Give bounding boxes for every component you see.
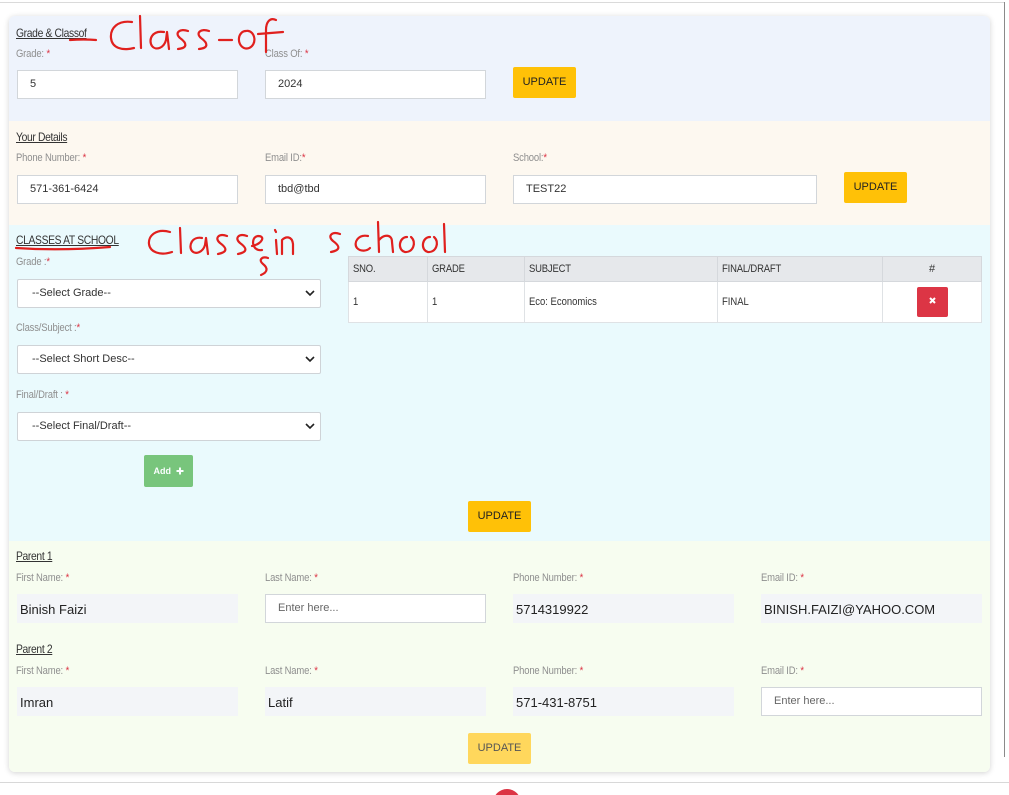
parent2-phone-label: Phone Number: * bbox=[513, 665, 584, 677]
parent2-email-label: Email ID: * bbox=[761, 665, 804, 677]
cell-status: FINAL bbox=[717, 281, 883, 323]
floating-action-button[interactable] bbox=[493, 789, 521, 795]
email-label: Email ID:* bbox=[265, 152, 306, 164]
add-class-button[interactable]: Add bbox=[144, 455, 193, 487]
delete-row-button[interactable] bbox=[916, 287, 948, 317]
grade-input[interactable]: 5 bbox=[17, 70, 238, 99]
parents-update-button[interactable]: UPDATE bbox=[468, 733, 531, 764]
page-scrollbar[interactable] bbox=[1004, 2, 1005, 757]
parent1-first-input[interactable]: Binish Faizi bbox=[17, 594, 238, 623]
parent2-first-label: First Name: * bbox=[16, 665, 70, 677]
plus-icon bbox=[176, 467, 183, 475]
final-draft-select[interactable]: --Select Final/Draft-- bbox=[17, 412, 321, 441]
parent1-title: Parent 1 bbox=[16, 549, 53, 563]
cell-subject: Eco: Economics bbox=[524, 281, 718, 323]
chevron-down-icon bbox=[305, 423, 315, 430]
parents-section: Parent 1 First Name: * Binish Faizi Last … bbox=[9, 541, 990, 772]
school-input[interactable]: TEST22 bbox=[513, 175, 817, 204]
classes-update-button[interactable]: UPDATE bbox=[468, 501, 531, 532]
chevron-down-icon bbox=[305, 356, 315, 363]
section-title: Grade & Classof bbox=[16, 26, 87, 40]
cell-grade: 1 bbox=[427, 281, 525, 323]
section-title: CLASSES AT SCHOOL bbox=[16, 233, 119, 247]
grade-select-value: --Select Grade-- bbox=[32, 287, 111, 299]
add-label: Add bbox=[153, 466, 171, 476]
classof-input[interactable]: 2024 bbox=[265, 70, 486, 99]
subject-select-value: --Select Short Desc-- bbox=[32, 353, 135, 365]
page-top-border bbox=[0, 2, 1005, 3]
subject-label: Class/Subject :* bbox=[16, 322, 81, 334]
school-label: School:* bbox=[513, 152, 547, 164]
phone-input[interactable]: 571-361-6424 bbox=[17, 175, 238, 204]
grade-select[interactable]: --Select Grade-- bbox=[17, 279, 321, 308]
parent1-first-label: First Name: * bbox=[16, 572, 70, 584]
cell-action bbox=[882, 281, 982, 323]
column-header: # bbox=[882, 256, 982, 282]
parent2-email-input[interactable]: Enter here... bbox=[761, 687, 982, 716]
final-draft-select-value: --Select Final/Draft-- bbox=[32, 420, 132, 432]
parent1-last-label: Last Name: * bbox=[265, 572, 318, 584]
cell-sno: 1 bbox=[348, 281, 428, 323]
parent2-last-input[interactable]: Latif bbox=[265, 687, 486, 716]
column-header: SUBJECT bbox=[524, 256, 718, 282]
parent1-email-label: Email ID: * bbox=[761, 572, 804, 584]
details-update-button[interactable]: UPDATE bbox=[844, 172, 907, 203]
parent2-last-label: Last Name: * bbox=[265, 665, 318, 677]
class-grade-label: Grade :* bbox=[16, 256, 50, 268]
email-input[interactable]: tbd@tbd bbox=[265, 175, 486, 204]
parent1-phone-input[interactable]: 5714319922 bbox=[513, 594, 734, 623]
parent1-last-input[interactable]: Enter here... bbox=[265, 594, 486, 623]
your-details-section: Your Details Phone Number: * 571-361-6424… bbox=[9, 121, 990, 225]
column-header: SNO. bbox=[348, 256, 428, 282]
section-title: Your Details bbox=[16, 130, 68, 144]
classes-table: SNO. GRADE SUBJECT FINAL/DRAFT # 1 1 Eco… bbox=[348, 256, 982, 323]
classes-section: CLASSES AT SCHOOL Grade :* --Select Grad… bbox=[9, 225, 990, 541]
grade-classof-section: Grade & Classof Grade: * 5 Class Of: * 202… bbox=[9, 16, 990, 121]
parent2-first-input[interactable]: Imran bbox=[17, 687, 238, 716]
close-icon bbox=[928, 297, 936, 304]
column-header: FINAL/DRAFT bbox=[717, 256, 883, 282]
table-header-row: SNO. GRADE SUBJECT FINAL/DRAFT # bbox=[348, 256, 982, 282]
grade-update-button[interactable]: UPDATE bbox=[513, 67, 576, 98]
parent1-phone-label: Phone Number: * bbox=[513, 572, 584, 584]
parent1-email-input[interactable]: BINISH.FAIZI@YAHOO.COM bbox=[761, 594, 982, 623]
page-bottom-border bbox=[0, 782, 1009, 783]
parent2-phone-input[interactable]: 571-431-8751 bbox=[513, 687, 734, 716]
chevron-down-icon bbox=[305, 290, 315, 297]
grade-label: Grade: * bbox=[16, 48, 50, 60]
table-row: 1 1 Eco: Economics FINAL bbox=[348, 281, 982, 323]
profile-form-card: Grade & Classof Grade: * 5 Class Of: * 202… bbox=[9, 16, 990, 772]
column-header: GRADE bbox=[427, 256, 525, 282]
parent2-title: Parent 2 bbox=[16, 642, 53, 656]
classof-label: Class Of: * bbox=[265, 48, 309, 60]
subject-select[interactable]: --Select Short Desc-- bbox=[17, 345, 321, 374]
phone-label: Phone Number: * bbox=[16, 152, 87, 164]
final-draft-label: Final/Draft : * bbox=[16, 389, 69, 401]
